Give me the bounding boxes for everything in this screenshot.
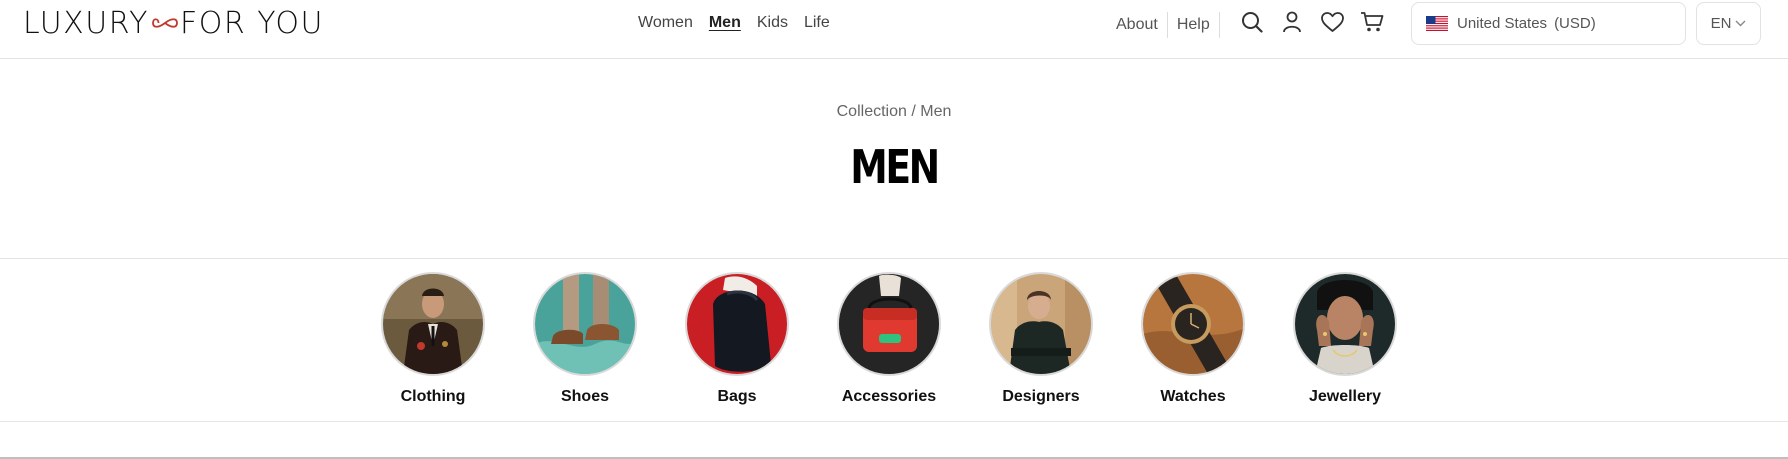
country-selector[interactable]: United States (USD): [1411, 2, 1686, 45]
utility-links: About Help: [1116, 12, 1229, 38]
nav-life[interactable]: Life: [804, 12, 830, 34]
category-label: Bags: [717, 388, 757, 405]
category-image-shoes: [533, 272, 637, 376]
logo-text-right: FOR YOU: [179, 5, 324, 41]
nav-kids[interactable]: Kids: [757, 12, 788, 34]
category-accessories[interactable]: Accessories: [837, 272, 941, 406]
category-label: Shoes: [560, 388, 609, 405]
us-flag-icon: [1426, 16, 1448, 31]
page-title: MEN: [850, 140, 940, 194]
category-label: Clothing: [400, 388, 466, 405]
category-bags[interactable]: Bags: [685, 272, 789, 406]
breadcrumb-current: Men: [920, 103, 952, 120]
cart-icon[interactable]: [1360, 9, 1384, 35]
user-icon[interactable]: [1280, 9, 1304, 35]
category-shoes[interactable]: Shoes: [533, 272, 637, 406]
breadcrumb: Collection / Men: [0, 103, 1788, 121]
category-image-designers: [989, 272, 1093, 376]
category-clothing[interactable]: Clothing: [381, 272, 485, 406]
breadcrumb-collection[interactable]: Collection: [837, 103, 907, 120]
header-icons: [1240, 9, 1384, 35]
section-divider: [0, 421, 1788, 422]
category-label: Watches: [1160, 388, 1226, 405]
utility-divider: [1166, 12, 1168, 38]
section-divider: [0, 258, 1788, 259]
main-nav: Women Men Kids Life: [638, 12, 830, 34]
utility-divider: [1218, 12, 1220, 38]
category-image-jewellery: [1293, 272, 1397, 376]
language-selector[interactable]: EN: [1696, 2, 1761, 45]
heart-icon[interactable]: [1320, 9, 1344, 35]
category-carousel: Clothing Shoes Bags Accessories Designer…: [381, 272, 1397, 406]
category-image-clothing: [381, 272, 485, 376]
chevron-down-icon: [1735, 20, 1746, 27]
category-image-accessories: [837, 272, 941, 376]
category-image-watches: [1141, 272, 1245, 376]
category-image-bags: [685, 272, 789, 376]
about-link[interactable]: About: [1116, 16, 1158, 34]
country-name: United States: [1457, 15, 1548, 32]
nav-men[interactable]: Men: [709, 12, 741, 34]
language-code: EN: [1710, 15, 1732, 32]
logo-text-left: LUXURY: [23, 5, 149, 41]
category-label: Accessories: [841, 388, 937, 405]
infinity-icon: [152, 18, 178, 28]
category-watches[interactable]: Watches: [1141, 272, 1245, 406]
nav-women[interactable]: Women: [638, 12, 693, 34]
search-icon[interactable]: [1240, 9, 1264, 35]
category-label: Designers: [1002, 388, 1080, 405]
help-link[interactable]: Help: [1177, 16, 1210, 34]
category-label: Jewellery: [1308, 388, 1382, 405]
site-header: LUXURY FOR YOU Women Men Kids Life About…: [0, 0, 1788, 59]
currency-code: (USD): [1554, 15, 1596, 32]
category-designers[interactable]: Designers: [989, 272, 1093, 406]
category-jewellery[interactable]: Jewellery: [1293, 272, 1397, 406]
site-logo[interactable]: LUXURY FOR YOU: [23, 5, 324, 41]
breadcrumb-separator: /: [911, 103, 916, 120]
